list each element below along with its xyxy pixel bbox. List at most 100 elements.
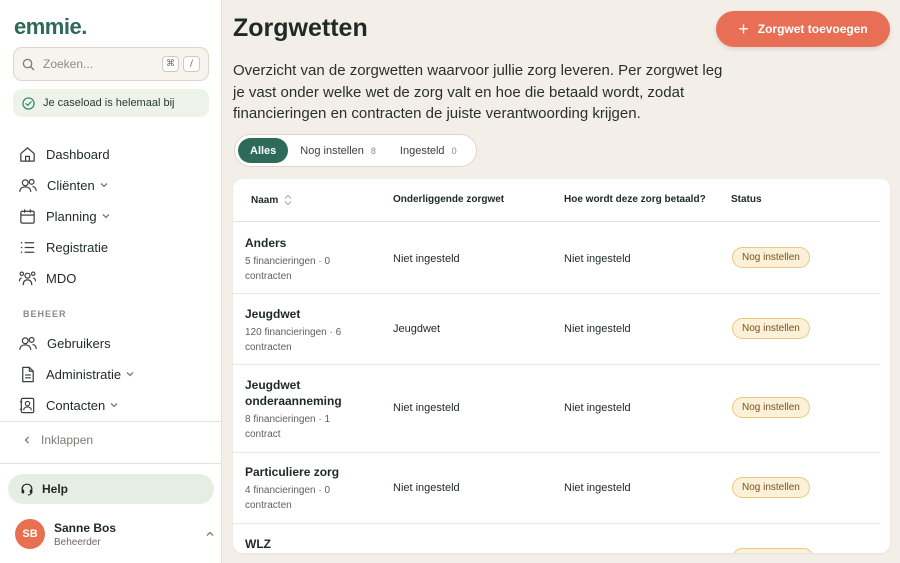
sidebar-item-administratie[interactable]: Administratie: [18, 362, 135, 386]
caseload-status[interactable]: Je caseload is helemaal bij: [13, 89, 209, 117]
sidebar-item-label: Registratie: [46, 239, 109, 255]
sidebar-item-clienten[interactable]: Cliënten: [18, 173, 109, 197]
chevron-left-icon: [24, 436, 29, 444]
row-zorgwet: Niet ingesteld: [393, 253, 460, 265]
status-badge: Nog instellen: [732, 318, 810, 339]
shortcut-command-key: ⌘: [162, 56, 179, 72]
sidebar-item-label: Gebruikers: [47, 335, 111, 351]
headset-icon: [21, 483, 33, 496]
avatar: SB: [15, 519, 45, 549]
sort-icon: [284, 194, 292, 206]
search-input[interactable]: Zoeken... ⌘ /: [13, 47, 209, 81]
tab-label: Nog instellen: [300, 144, 364, 157]
row-name-cell: Jeugdwet onderaanneming 8 financieringen…: [245, 377, 360, 442]
sidebar-item-mdo[interactable]: MDO: [18, 266, 76, 290]
row-betaling: Niet ingesteld: [564, 323, 631, 335]
row-name-cell: Particuliere zorg 4 financieringen · 0 c…: [245, 464, 360, 513]
collapse-sidebar-button[interactable]: Inklappen: [22, 433, 93, 447]
row-zorgwet: Niet ingesteld: [393, 402, 460, 414]
section-label-beheer: BEHEER: [23, 309, 67, 319]
tab-alles[interactable]: Alles: [238, 138, 289, 163]
document-icon: [22, 366, 34, 382]
chevron-down-icon: [126, 372, 134, 377]
calendar-icon: [20, 208, 35, 224]
users-icon: [19, 178, 37, 192]
home-icon: [20, 146, 35, 162]
help-label: Help: [42, 482, 69, 496]
sidebar-item-gebruikers[interactable]: Gebruikers: [18, 331, 111, 355]
sidebar-item-label: Dashboard: [46, 146, 110, 162]
search-icon: [22, 58, 35, 70]
column-header-status: Status: [731, 194, 762, 205]
row-name-cell: Jeugdwet 120 financieringen · 6 contract…: [245, 306, 360, 355]
chevron-down-icon: [100, 183, 108, 188]
tab-ingesteld[interactable]: Ingesteld 0: [388, 138, 469, 163]
row-meta: 4 financieringen · 0 contracten: [245, 485, 331, 511]
table-row[interactable]: Particuliere zorg 4 financieringen · 0 c…: [233, 453, 880, 524]
contacts-icon: [19, 397, 35, 413]
status-badge: Nog instellen: [732, 397, 810, 418]
group-icon: [18, 270, 37, 285]
filter-tabs: Alles Nog instellen 8 Ingesteld 0: [234, 134, 477, 167]
row-name: Jeugdwet: [245, 307, 301, 321]
page-description: Overzicht van de zorgwetten waarvoor jul…: [233, 62, 723, 122]
sidebar-item-contacten[interactable]: Contacten: [18, 393, 119, 417]
search-placeholder: Zoeken...: [43, 57, 94, 71]
sidebar-item-label: Contacten: [46, 397, 106, 413]
status-badge: Nog instellen: [732, 247, 810, 268]
row-meta: 120 financieringen · 6 contracten: [245, 327, 342, 353]
sidebar-item-registratie[interactable]: Registratie: [18, 235, 108, 259]
table-row[interactable]: WLZ: [233, 524, 880, 553]
add-zorgwet-button[interactable]: + Zorgwet toevoegen: [716, 11, 890, 47]
row-zorgwet: Jeugdwet: [393, 323, 441, 335]
table-row[interactable]: Anders 5 financieringen · 0 contracten N…: [233, 223, 880, 294]
logo[interactable]: emmie.: [14, 14, 87, 40]
sidebar-item-label: Administratie: [46, 366, 122, 382]
sidebar-item-dashboard[interactable]: Dashboard: [18, 142, 110, 166]
list-icon: [20, 241, 35, 253]
collapse-label: Inklappen: [41, 433, 94, 447]
sidebar-item-planning[interactable]: Planning: [18, 204, 111, 228]
sidebar-divider: [0, 463, 222, 464]
table-header: Naam Onderliggende zorgwet Hoe wordt dez…: [233, 179, 880, 222]
row-betaling: Niet ingesteld: [564, 482, 631, 494]
status-badge: Nog instellen: [732, 477, 810, 498]
chevron-down-icon: [110, 403, 118, 408]
row-name-cell: Anders 5 financieringen · 0 contracten: [245, 235, 360, 284]
tab-count: 0: [451, 145, 457, 156]
user-name: Sanne Bos: [54, 520, 117, 535]
row-betaling: Niet ingesteld: [564, 402, 631, 414]
chevron-down-icon: [102, 214, 110, 219]
add-zorgwet-label: Zorgwet toevoegen: [757, 22, 868, 36]
table-row[interactable]: Jeugdwet onderaanneming 8 financieringen…: [233, 365, 880, 453]
user-info: Sanne Bos Beheerder: [54, 521, 205, 548]
row-name: Anders: [245, 236, 287, 250]
row-betaling: Niet ingesteld: [564, 253, 631, 265]
sidebar-item-label: Planning: [46, 208, 97, 224]
caseload-status-text: Je caseload is helemaal bij: [43, 97, 175, 109]
column-header-label: Naam: [251, 194, 279, 206]
row-zorgwet: Niet ingesteld: [393, 482, 460, 494]
tab-label: Ingesteld: [399, 144, 445, 157]
users-icon: [19, 336, 37, 350]
row-name-cell: WLZ: [245, 536, 360, 552]
column-header-naam[interactable]: Naam: [251, 194, 292, 206]
column-header-betaling: Hoe wordt deze zorg betaald?: [564, 194, 706, 205]
tab-count: 8: [370, 145, 376, 156]
status-badge: [732, 548, 814, 553]
help-button[interactable]: Help: [8, 474, 214, 504]
row-meta: 8 financieringen · 1 contract: [245, 414, 331, 440]
row-name: Jeugdwet onderaanneming: [245, 378, 342, 408]
tab-nog-instellen[interactable]: Nog instellen 8: [288, 138, 388, 163]
row-meta: 5 financieringen · 0 contracten: [245, 256, 331, 282]
row-name: Particuliere zorg: [245, 465, 340, 479]
column-header-onderliggende-zorgwet: Onderliggende zorgwet: [393, 194, 505, 205]
sidebar: emmie. Zoeken... ⌘ / Je caseload is hele…: [0, 0, 222, 563]
user-menu[interactable]: SB Sanne Bos Beheerder: [15, 517, 215, 551]
page-title: Zorgwetten: [233, 14, 368, 42]
plus-icon: +: [738, 19, 749, 39]
tab-label: Alles: [250, 144, 277, 157]
sidebar-divider: [0, 421, 222, 422]
table-row[interactable]: Jeugdwet 120 financieringen · 6 contract…: [233, 294, 880, 365]
check-circle-icon: [22, 96, 35, 110]
